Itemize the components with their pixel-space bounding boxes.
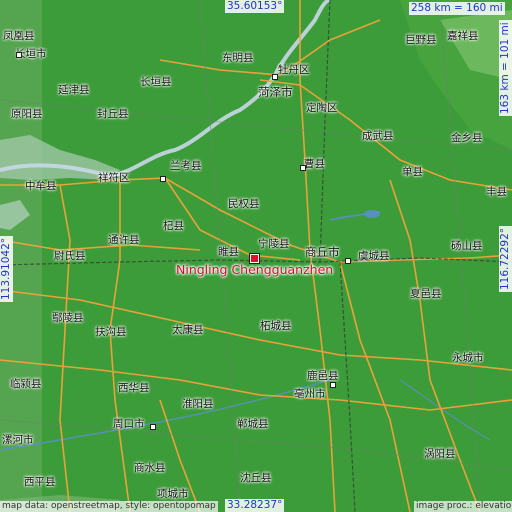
place-label: 巨野县	[405, 34, 437, 46]
city-marker	[272, 74, 278, 80]
south-coordinate: 33.28237°	[225, 499, 285, 512]
place-label: 嘉祥县	[447, 30, 479, 42]
north-coordinate: 35.60153°	[225, 0, 285, 13]
place-label: 砀山县	[451, 240, 483, 252]
place-label: 牡丹区	[278, 64, 310, 76]
place-label: 凤凰县	[3, 30, 35, 42]
place-label: 原阳县	[11, 108, 43, 120]
place-label: 虞城县	[358, 250, 390, 262]
place-label: 太康县	[172, 324, 204, 336]
place-label: 兰考县	[170, 160, 202, 172]
place-label: 西华县	[118, 382, 150, 394]
place-label: 定陶区	[306, 102, 338, 114]
place-label: 西平县	[24, 476, 56, 488]
east-coordinate: 116.72292°	[499, 225, 512, 292]
west-coordinate: 113.91042°	[0, 235, 13, 302]
scale-top: 258 km = 160 mi	[409, 2, 505, 15]
place-label: 柘城县	[260, 320, 292, 332]
place-label: 通许县	[108, 234, 140, 246]
place-label: 延津县	[58, 84, 90, 96]
place-label: 商水县	[134, 462, 166, 474]
place-label: 周口市	[113, 418, 145, 430]
place-label: 永城市	[452, 352, 484, 364]
place-label: 鹿邑县	[307, 370, 339, 382]
city-marker	[160, 176, 166, 182]
place-label: 成武县	[362, 130, 394, 142]
place-label: 淮阳县	[182, 398, 214, 410]
place-label: 宁陵县	[258, 238, 290, 250]
place-label: 涡阳县	[424, 448, 456, 460]
place-label: 睢县	[218, 246, 239, 258]
city-marker	[330, 382, 336, 388]
attribution-right: image proc.: elevationmap	[414, 501, 512, 512]
place-label: 夏邑县	[410, 288, 442, 300]
place-label: 扶沟县	[95, 326, 127, 338]
place-label: 长垣县	[140, 76, 172, 88]
city-marker	[345, 258, 351, 264]
place-label: 鄢陵县	[52, 312, 84, 324]
scale-right: 163 km = 101 mi	[499, 20, 512, 116]
place-label: 沈丘县	[240, 472, 272, 484]
place-label: 临颍县	[10, 378, 42, 390]
place-label: 亳州市	[294, 388, 326, 400]
place-label: 郸城县	[237, 418, 269, 430]
place-label: 民权县	[228, 198, 260, 210]
place-label: 单县	[402, 166, 423, 178]
place-label: 曹县	[304, 158, 325, 170]
place-label: 祥符区	[98, 172, 130, 184]
city-marker	[150, 424, 156, 430]
place-label: 漯河市	[2, 434, 34, 446]
place-label: 丰县	[486, 186, 507, 198]
place-label: 封丘县	[97, 108, 129, 120]
place-label: 尉氏县	[54, 250, 86, 262]
place-label: 中牟县	[25, 180, 57, 192]
city-marker	[300, 165, 306, 171]
main-place-label: Ningling Chengguanzhen	[176, 262, 334, 277]
place-label-city: 菏泽市	[258, 85, 293, 99]
place-label: 杞县	[163, 220, 184, 232]
place-label: 金乡县	[451, 132, 483, 144]
place-label: 东明县	[222, 52, 254, 64]
place-label: 项城市	[157, 488, 189, 500]
city-marker	[16, 52, 22, 58]
attribution-left: map data: openstreetmap, style: opentopo…	[0, 501, 218, 512]
topographic-map[interactable]: 35.60153° 33.28237° 113.91042° 116.72292…	[0, 0, 512, 512]
place-label-city: 商丘市	[305, 245, 340, 259]
